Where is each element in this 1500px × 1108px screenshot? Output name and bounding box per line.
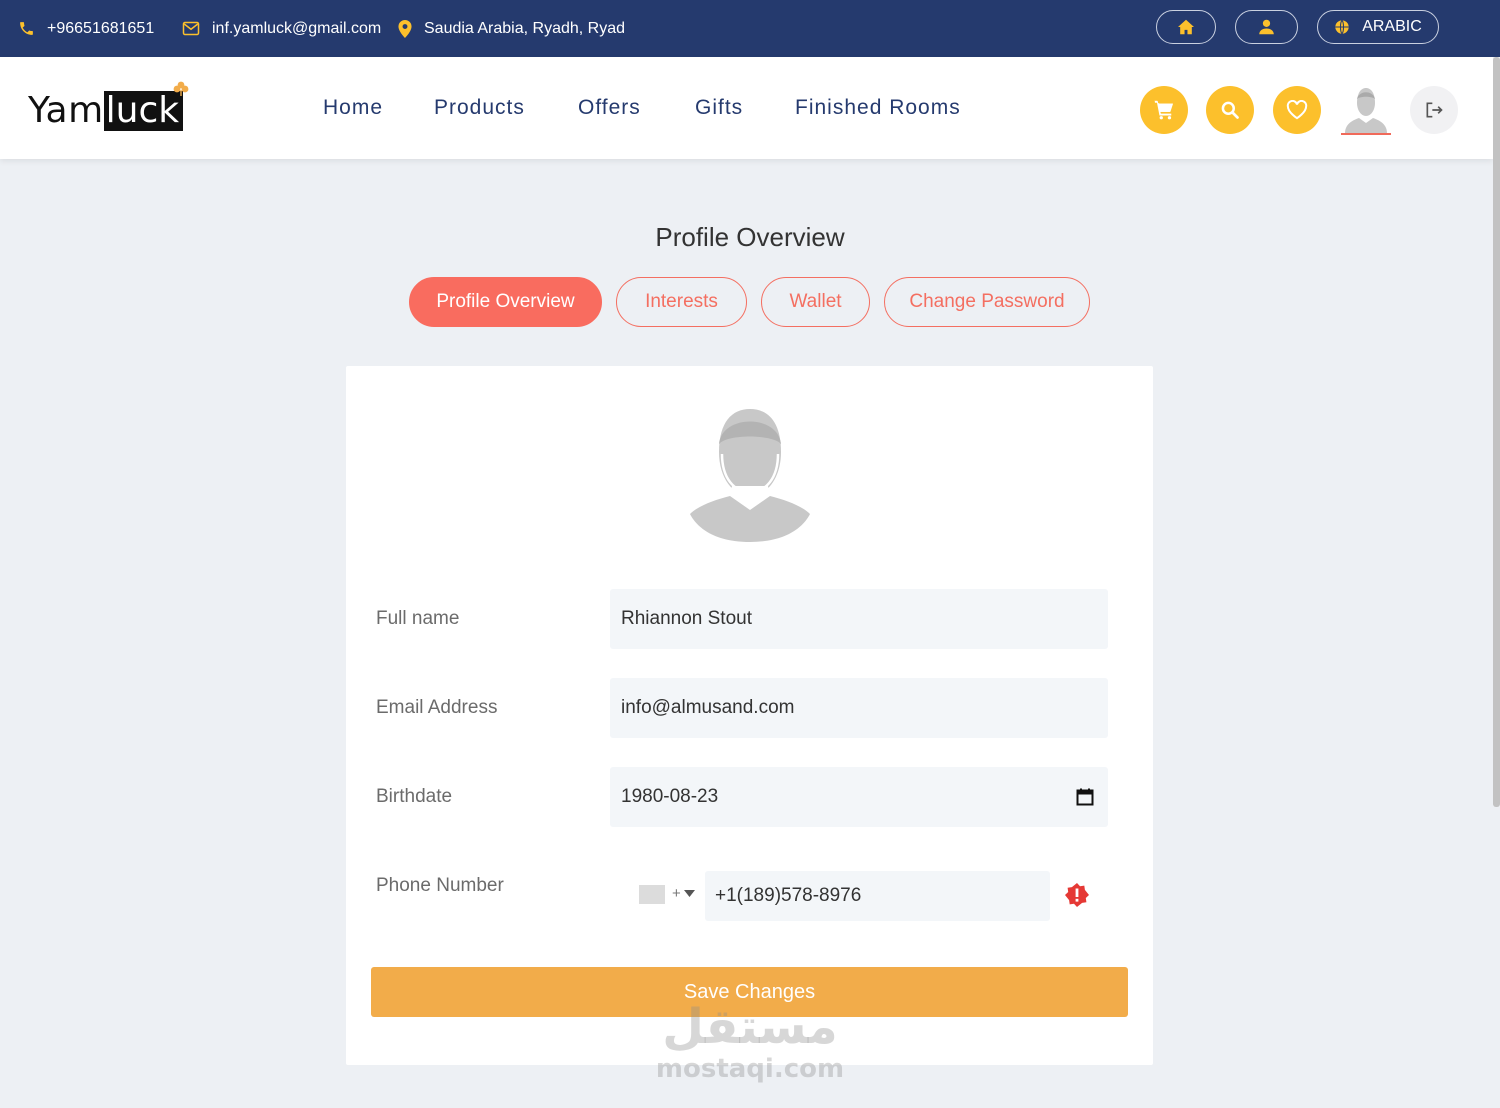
search-button[interactable] [1206,86,1254,134]
logout-icon [1426,102,1443,118]
email-text: inf.yamluck@gmail.com [212,19,382,37]
mail-icon [182,21,200,36]
email-label: Email Address [376,697,498,718]
main-header: Yam luck Home Products Offers Gifts Fini… [0,57,1493,159]
nav-finished-rooms[interactable]: Finished Rooms [795,57,961,159]
phone-text: +96651681651 [47,19,155,37]
watermark-latin: mostaqi.com [655,1054,845,1084]
dial-code: + [672,885,681,902]
phone-icon [20,22,33,35]
cart-icon [1154,100,1174,120]
tab-interests[interactable]: Interests [616,277,747,327]
clover-icon [173,81,189,96]
profile-card: Full name Rhiannon Stout Email Address i… [346,366,1153,1065]
country-flag[interactable] [639,885,665,904]
contact-location[interactable]: Saudia Arabia, Ryadh, Ryad [398,0,625,57]
email-input[interactable]: info@almusand.com [610,678,1108,738]
tab-profile-overview[interactable]: Profile Overview [409,277,602,327]
nav-offers-label: Offers [578,96,641,119]
calendar-icon[interactable] [1076,788,1094,806]
phone-input[interactable]: +1(189)578-8976 [705,871,1050,921]
nav-home[interactable]: Home [323,57,383,159]
tab-wallet[interactable]: Wallet [761,277,870,327]
heart-icon [1286,100,1308,120]
watermark: مستقل mostaqi.com [640,1000,860,1084]
birthdate-input[interactable]: 1980-08-23 [610,767,1108,827]
contact-email[interactable]: inf.yamluck@gmail.com [182,0,381,57]
search-icon [1221,101,1239,119]
logo-text-part1: Yam [28,90,104,131]
language-label: ARABIC [1362,18,1422,35]
phone-label: Phone Number [376,875,504,896]
watermark-arabic: مستقل [662,999,838,1055]
vertical-scrollbar[interactable] [1493,57,1500,807]
profile-avatar-icon[interactable] [688,404,812,542]
full-name-label: Full name [376,608,460,629]
nav-products[interactable]: Products [434,57,525,159]
account-pill-button[interactable] [1235,10,1298,44]
full-name-input[interactable]: Rhiannon Stout [610,589,1108,649]
header-avatar-icon[interactable] [1341,85,1391,133]
language-pill-button[interactable]: ARABIC [1317,10,1439,44]
logo-text-part2-label: luck [105,90,180,131]
nav-products-label: Products [434,96,525,119]
home-icon [1178,19,1194,35]
logout-button[interactable] [1410,86,1458,134]
top-contact-bar: +96651681651 inf.yamluck@gmail.com Saudi… [0,0,1500,57]
birthdate-value: 1980-08-23 [621,786,719,807]
home-pill-button[interactable] [1156,10,1216,44]
country-code-selector[interactable]: + [672,885,695,902]
active-avatar-underline [1341,133,1391,135]
logo-text-part2: luck [103,81,189,131]
nav-gifts-label: Gifts [695,96,744,119]
location-text: Saudia Arabia, Ryadh, Ryad [424,19,626,37]
nav-finished-rooms-label: Finished Rooms [795,96,961,119]
birthdate-label: Birthdate [376,786,453,807]
page-title: Profile Overview [655,222,845,252]
contact-phone[interactable]: +96651681651 [18,0,154,57]
nav-offers[interactable]: Offers [578,57,641,159]
nav-home-label: Home [323,96,384,119]
user-icon [1259,19,1274,35]
globe-icon [1335,19,1349,35]
nav-gifts[interactable]: Gifts [695,57,743,159]
chevron-down-icon [683,890,695,897]
wishlist-button[interactable] [1273,86,1321,134]
alert-icon [1065,883,1089,907]
yamluck-logo[interactable]: Yam luck [28,81,189,131]
tab-change-password[interactable]: Change Password [884,277,1090,327]
location-pin-icon [398,19,412,38]
cart-button[interactable] [1140,86,1188,134]
